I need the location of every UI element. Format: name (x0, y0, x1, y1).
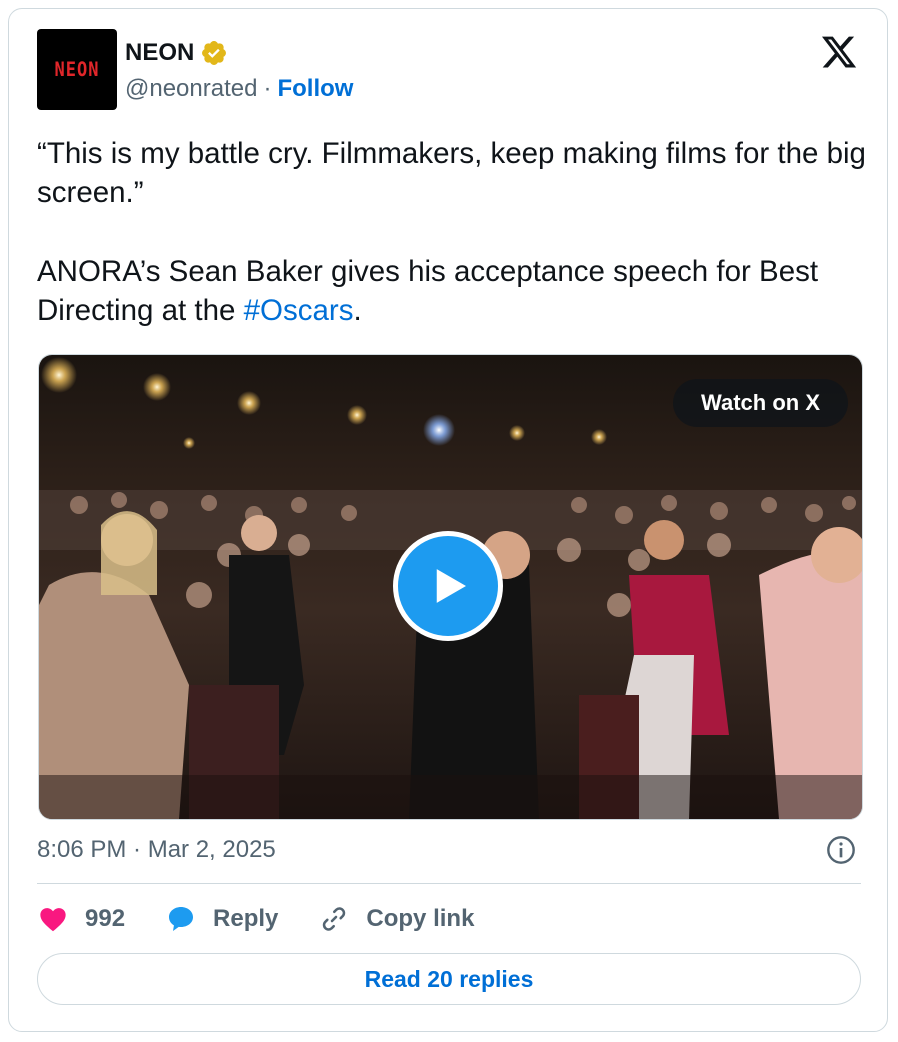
read-replies-button[interactable]: Read 20 replies (37, 953, 861, 1005)
tweet-text: “This is my battle cry. Filmmakers, keep… (37, 134, 867, 330)
follow-button[interactable]: Follow (277, 75, 353, 103)
copy-link-label: Copy link (366, 905, 475, 932)
tweet-card: NEON NEON @neonrated · Follow “This is m… (8, 8, 888, 1032)
author-name[interactable]: NEON (125, 39, 194, 67)
reply-label: Reply (213, 905, 279, 932)
tweet-timestamp[interactable]: 8:06 PM · Mar 2, 2025 (37, 834, 276, 866)
info-icon[interactable] (825, 834, 857, 866)
like-button[interactable]: 992 (37, 903, 125, 935)
play-icon (436, 569, 466, 603)
play-button[interactable] (393, 531, 503, 641)
tweet-body-text: ANORA’s Sean Baker gives his acceptance … (37, 255, 819, 327)
heart-icon (40, 908, 66, 932)
like-count: 992 (85, 905, 126, 932)
avatar[interactable]: NEON (37, 29, 117, 110)
watch-on-x-button[interactable]: Watch on X (673, 379, 848, 427)
reply-bubble-icon (169, 907, 194, 931)
copy-link-button[interactable]: Copy link (318, 903, 474, 935)
author-name-row: NEON (125, 37, 228, 69)
action-bar: 992 Reply Copy link (37, 901, 514, 937)
video-media[interactable]: Watch on X (38, 354, 863, 820)
separator-dot: · (263, 75, 272, 102)
tweet-body-end: . (353, 294, 362, 327)
tweet-quote: “This is my battle cry. Filmmakers, keep… (37, 137, 866, 209)
link-icon (323, 907, 346, 931)
divider (37, 883, 861, 884)
tweet-body: ANORA’s Sean Baker gives his acceptance … (37, 252, 867, 330)
author-handle-row: @neonrated · Follow (125, 73, 353, 105)
reply-button[interactable]: Reply (165, 903, 278, 935)
hashtag-link[interactable]: #Oscars (244, 294, 354, 327)
verified-badge-icon (202, 41, 227, 65)
x-logo-icon[interactable] (819, 33, 859, 71)
author-handle[interactable]: @neonrated (125, 75, 257, 103)
avatar-logo-text: NEON (54, 58, 100, 81)
